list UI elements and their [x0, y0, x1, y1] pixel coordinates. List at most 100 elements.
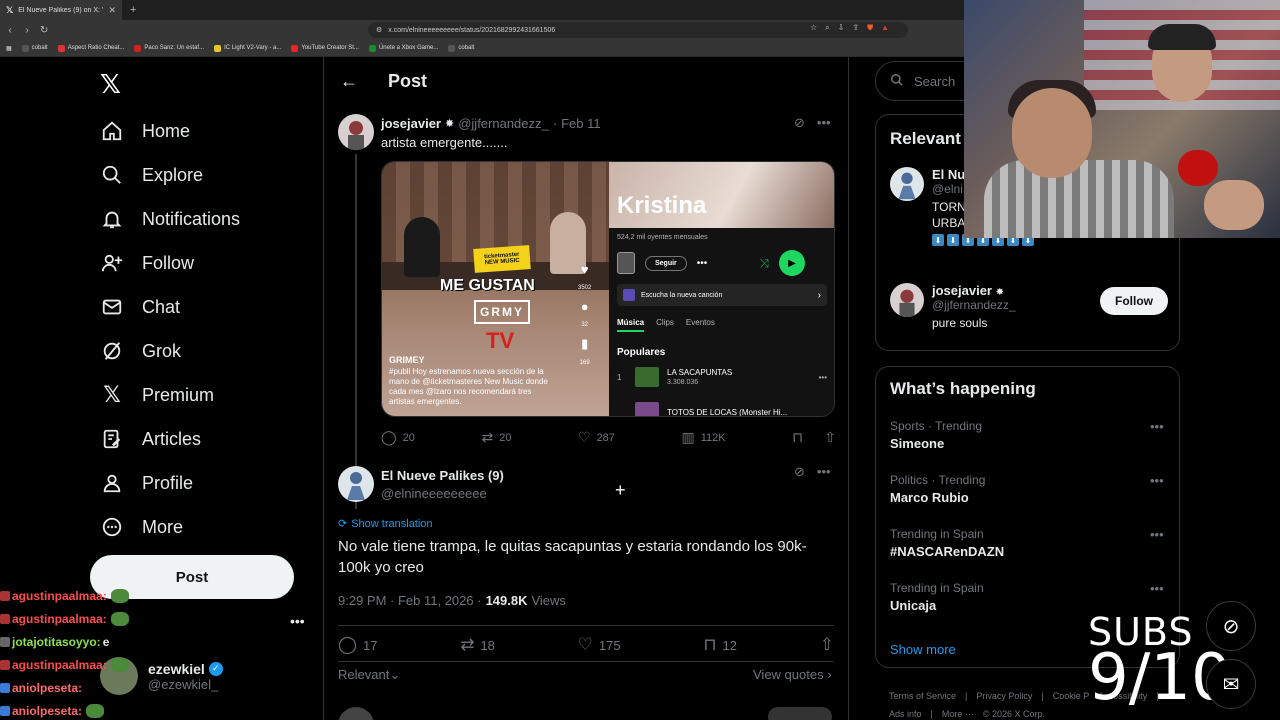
shuffle-icon: ⤨ [759, 255, 769, 270]
apps-icon[interactable]: ▦ [6, 45, 12, 52]
like-button[interactable]: ♡ 287 [578, 429, 615, 446]
author-name[interactable]: El Nueve Palikes (9) [381, 468, 504, 483]
artist-name: Kristina [617, 192, 707, 219]
new-tab-icon[interactable]: + [130, 4, 136, 16]
tweet-time[interactable]: 9:29 PM · Feb 11, 2026 · [338, 593, 482, 608]
footer-link[interactable]: Privacy Policy [976, 689, 1032, 703]
bookmark-item[interactable]: IC Light V2-Vary - a... [214, 44, 281, 52]
more-icon[interactable]: ••• [1150, 473, 1164, 488]
media-video-frame[interactable]: ticketmaster NEW MUSIC ME GUSTAN GRMY TV… [382, 162, 609, 416]
bookmark-item[interactable]: Aspect Ratio Cheat... [57, 44, 124, 52]
bookmark-item[interactable]: YouTube Creator St... [291, 44, 359, 52]
avatar[interactable] [338, 707, 374, 720]
trend-meta: Trending in Spain [890, 581, 984, 595]
grok-fab-icon[interactable]: ⊘ [1206, 601, 1256, 651]
url-text: x.com/elnineeeeeeeee/status/202168299243… [388, 26, 556, 34]
show-more-link[interactable]: Show more [890, 642, 956, 657]
share-icon[interactable]: ⇧ [824, 429, 836, 446]
back-arrow-icon[interactable]: ← [340, 71, 358, 92]
forward-icon[interactable]: › [23, 25, 31, 36]
bookmark-item[interactable]: Únete a Xbox Game... [368, 44, 438, 52]
sidebar-item-chat[interactable]: Chat [100, 295, 180, 319]
sidebar-item-notifications[interactable]: Notifications [100, 207, 240, 231]
bookmark-item[interactable]: Paco Sanz: Un estaf... [134, 44, 204, 52]
bookmark-count: 12 [722, 637, 738, 653]
reply-button[interactable]: ◯ 17 [338, 635, 378, 655]
trend-item[interactable]: Trending in Spain Unicaja ••• [890, 581, 1170, 613]
download-icon[interactable]: ⇩ [838, 23, 845, 33]
bookmark-button[interactable]: ⊓ 12 [703, 635, 737, 655]
repost-count: 18 [480, 637, 495, 653]
messages-fab-icon[interactable]: ✉ [1206, 659, 1256, 709]
repost-button[interactable]: ⇄ 18 [460, 635, 495, 655]
follow-button[interactable] [768, 707, 832, 720]
grok-icon[interactable]: ⊘ [794, 115, 805, 131]
footer-link[interactable]: More ··· [942, 707, 974, 720]
like-button[interactable]: ♡ 175 [578, 635, 621, 655]
show-translation-link[interactable]: ⟳ Show translation [338, 517, 433, 531]
sidebar-item-profile[interactable]: Profile [100, 471, 193, 495]
account-more-icon[interactable]: ••• [290, 613, 305, 629]
reply-icon: ◯ [381, 429, 397, 445]
footer-link[interactable]: Ads info [889, 707, 922, 720]
sidebar-item-grok[interactable]: Grok [100, 339, 181, 363]
sidebar-item-articles[interactable]: Articles [100, 427, 201, 451]
follow-button[interactable]: Follow [1100, 287, 1168, 315]
bookmark-item[interactable]: cobalt [448, 44, 474, 52]
bookmark-icon[interactable]: ⊓ [792, 429, 803, 446]
trend-item[interactable]: Trending in Spain #NASCARenDAZN ••• [890, 527, 1170, 559]
sidebar-item-premium[interactable]: 𝕏 Premium [100, 382, 214, 407]
author-handle[interactable]: @elnineeeeeeeee [381, 486, 487, 501]
reload-icon[interactable]: ↻ [40, 25, 48, 36]
webcam-overlay [964, 0, 1280, 238]
footer-link[interactable]: Cookie P [1053, 689, 1090, 703]
reply-button[interactable]: ◯ 20 [381, 429, 415, 446]
more-icon[interactable]: ••• [1150, 527, 1164, 542]
tab-close-icon[interactable]: ✕ [108, 5, 116, 16]
sidebar-item-more[interactable]: More [100, 515, 183, 539]
tab-title: El Nueve Palikes (9) on X: "@jjfe [18, 6, 103, 14]
grok-badge-icon: ✸ [995, 287, 1005, 298]
bookmark-item[interactable]: cobalt [21, 44, 48, 52]
more-icon[interactable]: ••• [817, 464, 831, 480]
bookmark-star-icon[interactable]: ☆ [810, 23, 817, 33]
more-icon[interactable]: ••• [817, 115, 831, 131]
media-spotify-screenshot[interactable]: Kristina 524,2 mil oyentes mensuales Seg… [609, 162, 834, 416]
author-name[interactable]: josejavier [381, 116, 441, 131]
view-quotes-link[interactable]: View quotes › [753, 667, 832, 682]
sidebar-item-explore[interactable]: Explore [100, 163, 203, 187]
sidebar-item-label: Follow [142, 252, 195, 273]
tweet-date[interactable]: Feb 11 [561, 116, 601, 131]
repost-icon: ⇄ [481, 429, 494, 445]
reply-sort-dropdown[interactable]: Relevant⌄ [338, 667, 400, 683]
avatar[interactable] [338, 466, 374, 502]
grok-icon[interactable]: ⊘ [794, 464, 805, 480]
trend-item[interactable]: Sports · Trending Simeone ••• [890, 419, 1170, 451]
repost-button[interactable]: ⇄ 20 [481, 429, 511, 446]
tweet-media[interactable]: ticketmaster NEW MUSIC ME GUSTAN GRMY TV… [381, 161, 835, 417]
back-icon[interactable]: ‹ [6, 25, 14, 36]
share-button[interactable]: ⇧ [820, 635, 834, 655]
sidebar-item-home[interactable]: Home [100, 119, 190, 143]
x-logo-icon[interactable]: 𝕏 [100, 69, 121, 100]
share-icon[interactable]: ⇪ [852, 23, 859, 33]
rewards-icon[interactable]: ▲ [881, 23, 889, 33]
site-settings-icon[interactable]: ⚙ [376, 26, 382, 34]
footer-link[interactable]: Terms of Service [889, 689, 956, 703]
browser-tab[interactable]: 𝕏 El Nueve Palikes (9) on X: "@jjfe ✕ [0, 0, 122, 20]
brave-shield-icon[interactable]: ⛊ [867, 23, 873, 33]
emote-icon [110, 611, 129, 626]
trend-item[interactable]: Politics · Trending Marco Rubio ••• [890, 473, 1170, 505]
trend-meta: Trending in Spain [890, 527, 984, 541]
zoom-icon[interactable]: ⌕ [825, 23, 829, 33]
avatar[interactable] [338, 114, 374, 150]
more-icon[interactable]: ••• [1150, 581, 1164, 596]
author-handle[interactable]: @jjfernandezz_ [458, 116, 549, 131]
avatar [890, 283, 924, 317]
views-button[interactable]: ▥ 112K [681, 429, 725, 446]
relevant-user[interactable]: josejavier ✸ @jjfernandezz_ pure souls [890, 283, 1016, 330]
account-name: ezewkiel [148, 660, 205, 677]
sidebar-item-follow[interactable]: Follow [100, 251, 194, 275]
more-icon[interactable]: ••• [1150, 419, 1164, 434]
sidebar-item-label: Articles [142, 428, 202, 449]
